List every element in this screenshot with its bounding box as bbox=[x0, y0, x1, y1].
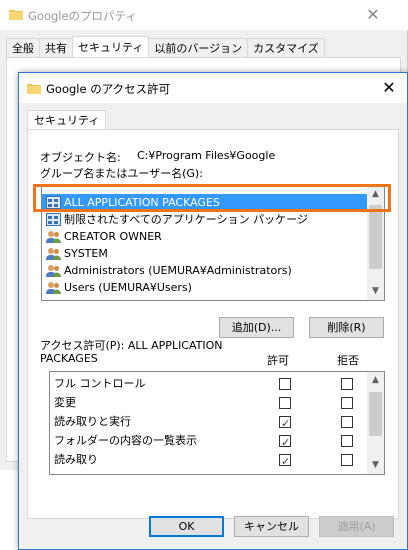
allow-header: 許可 bbox=[267, 354, 289, 367]
list-item[interactable]: CREATOR OWNER bbox=[42, 228, 368, 245]
user-group-icon bbox=[46, 248, 61, 260]
user-group-icon bbox=[46, 231, 61, 243]
deny-checkbox[interactable] bbox=[341, 416, 353, 428]
user-label: SYSTEM bbox=[64, 247, 108, 260]
deny-checkbox[interactable] bbox=[341, 435, 353, 447]
chevron-down-icon[interactable]: ▼ bbox=[367, 283, 384, 300]
permission-row: フル コントロール bbox=[50, 374, 368, 393]
list-item[interactable]: SYSTEM bbox=[42, 245, 368, 262]
deny-checkbox[interactable] bbox=[341, 454, 353, 466]
dialog-title: Google のアクセス許可 bbox=[46, 82, 171, 96]
object-name-value: C:¥Program Files¥Google bbox=[137, 149, 276, 162]
permission-list-scrollbar[interactable]: ▲ ▼ bbox=[367, 372, 384, 474]
permission-row: フォルダーの内容の一覧表示 bbox=[50, 431, 368, 452]
allow-checkbox[interactable] bbox=[279, 414, 291, 433]
close-icon[interactable]: ✕ bbox=[375, 76, 403, 100]
folder-icon bbox=[9, 10, 23, 20]
object-name-label: オブジェクト名: bbox=[40, 151, 121, 164]
user-label: Users (UEMURA¥Users) bbox=[64, 281, 192, 294]
allow-checkbox[interactable] bbox=[279, 452, 291, 471]
permission-list: フル コントロール 変更 読み取りと実行 フォルダーの内容の一覧表示 読み取り … bbox=[49, 371, 385, 475]
tab-security[interactable]: セキュリティ bbox=[72, 36, 150, 57]
user-group-icon bbox=[46, 265, 61, 277]
remove-button[interactable]: 削除(R) bbox=[309, 317, 384, 338]
deny-header: 拒否 bbox=[337, 354, 359, 367]
tab-security[interactable]: セキュリティ bbox=[27, 110, 107, 130]
permission-label: 読み取りと実行 bbox=[54, 415, 131, 428]
permission-row: 読み取りと実行 bbox=[50, 412, 368, 433]
scrollbar-thumb[interactable] bbox=[369, 205, 382, 269]
properties-titlebar: Googleのプロパティ ✕ bbox=[0, 0, 408, 30]
permission-row: 読み取り bbox=[50, 450, 368, 471]
deny-checkbox[interactable] bbox=[341, 378, 353, 390]
selection-highlight bbox=[33, 184, 391, 212]
chevron-down-icon[interactable]: ▼ bbox=[367, 457, 384, 474]
tab-general[interactable]: 全般 bbox=[6, 38, 40, 57]
list-item[interactable]: 制限されたすべてのアプリケーション パッケージ bbox=[42, 211, 368, 228]
user-label: Administrators (UEMURA¥Administrators) bbox=[64, 264, 292, 277]
permission-row: 変更 bbox=[50, 393, 368, 412]
list-item[interactable]: Administrators (UEMURA¥Administrators) bbox=[42, 262, 368, 279]
permission-label: 読み取り bbox=[54, 453, 98, 466]
folder-icon bbox=[27, 84, 41, 94]
close-icon[interactable]: ✕ bbox=[360, 3, 386, 27]
scrollbar-thumb[interactable] bbox=[369, 392, 382, 436]
tab-previous-versions[interactable]: 以前のバージョン bbox=[148, 38, 249, 57]
app-package-icon bbox=[46, 213, 61, 226]
permissions-label: アクセス許可(P): ALL APPLICATION PACKAGES bbox=[40, 339, 223, 365]
permission-label: フル コントロール bbox=[54, 377, 146, 390]
cancel-button[interactable]: キャンセル bbox=[234, 516, 309, 537]
chevron-up-icon[interactable]: ▲ bbox=[367, 372, 384, 389]
list-item[interactable]: Users (UEMURA¥Users) bbox=[42, 279, 368, 296]
ok-button[interactable]: OK bbox=[149, 516, 224, 537]
properties-tabs: 全般 共有 セキュリティ 以前のバージョン カスタマイズ bbox=[6, 36, 325, 58]
allow-checkbox[interactable] bbox=[279, 378, 291, 390]
permission-label: 変更 bbox=[54, 396, 76, 409]
group-label: グループ名またはユーザー名(G): bbox=[40, 167, 203, 180]
tab-sharing[interactable]: 共有 bbox=[39, 38, 73, 57]
user-label: 制限されたすべてのアプリケーション パッケージ bbox=[64, 213, 308, 226]
allow-checkbox[interactable] bbox=[279, 397, 291, 409]
user-label: CREATOR OWNER bbox=[64, 230, 162, 243]
allow-checkbox[interactable] bbox=[279, 433, 291, 452]
dialog-titlebar: Google のアクセス許可 ✕ bbox=[19, 73, 407, 103]
properties-title: Googleのプロパティ bbox=[28, 9, 137, 23]
user-group-icon bbox=[46, 282, 61, 294]
add-button[interactable]: 追加(D)... bbox=[219, 317, 294, 338]
tab-customize[interactable]: カスタマイズ bbox=[247, 38, 325, 57]
apply-button[interactable]: 適用(A) bbox=[319, 516, 394, 537]
deny-checkbox[interactable] bbox=[341, 397, 353, 409]
permissions-dialog: Google のアクセス許可 ✕ セキュリティ オブジェクト名: C:¥Prog… bbox=[18, 72, 408, 550]
permission-label: フォルダーの内容の一覧表示 bbox=[54, 434, 197, 447]
